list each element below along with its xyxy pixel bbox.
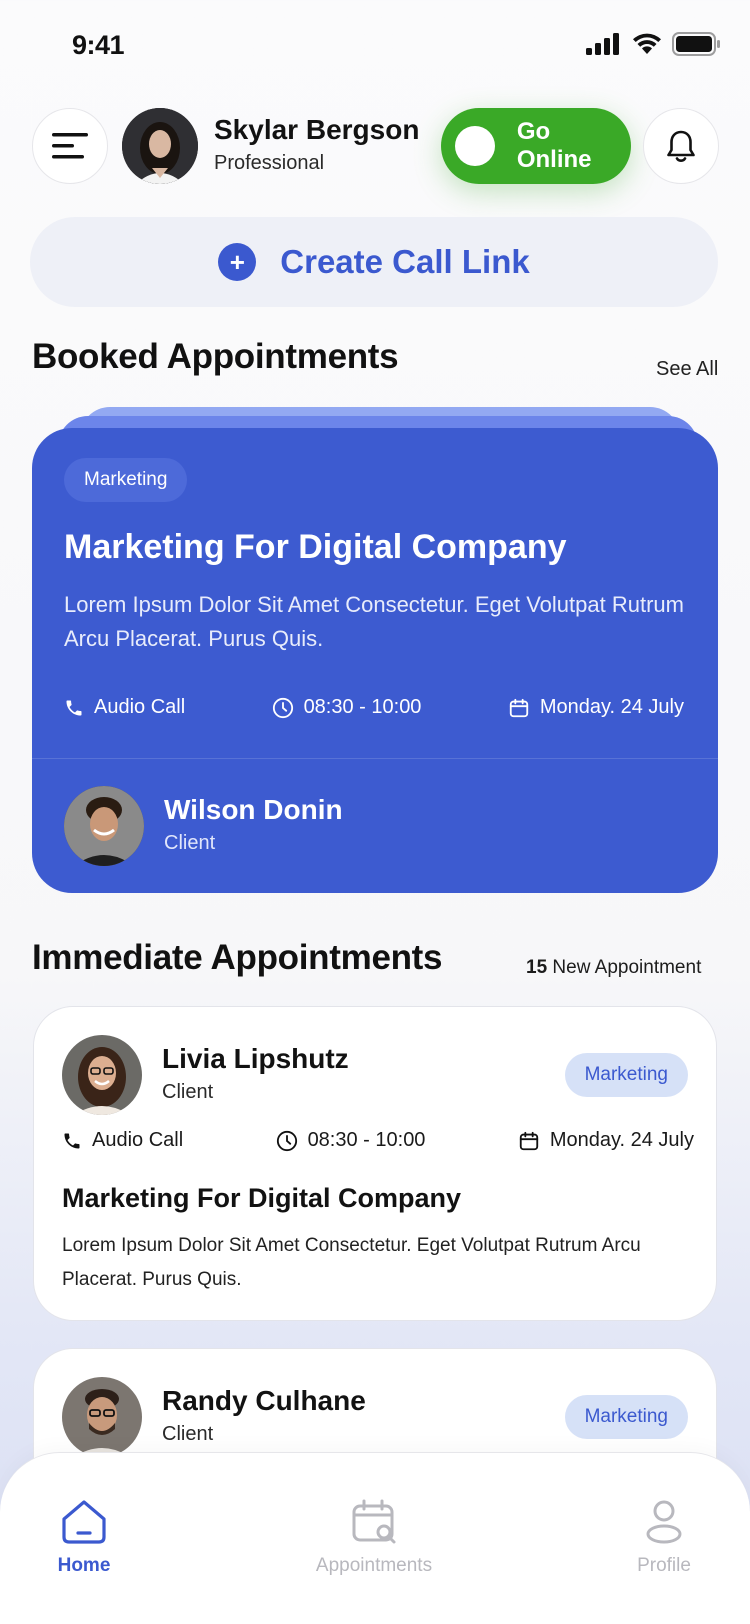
client-role: Client (162, 1081, 214, 1103)
calendar-icon (519, 1131, 538, 1150)
nav-home-label: Home (57, 1555, 111, 1576)
nav-profile[interactable]: Profile (564, 1499, 750, 1577)
date-label: Monday. 24 July (549, 1129, 694, 1151)
go-online-label: Go Online (516, 118, 592, 173)
nav-profile-label: Profile (637, 1555, 691, 1576)
bottom-navigation: Home Appointments Profile (0, 1452, 750, 1624)
call-type-label: Audio Call (92, 1129, 184, 1151)
appointment-meta: Audio Call 08:30 - 10:00 Monday. 24 July (64, 696, 684, 719)
appointment-card[interactable]: Livia Lipshutz Client Marketing Audio Ca… (33, 1006, 717, 1321)
category-tag: Marketing (564, 1053, 688, 1097)
nav-appointments[interactable]: Appointments (274, 1499, 474, 1577)
phone-icon (64, 1133, 80, 1148)
notifications-button[interactable] (643, 108, 719, 184)
nav-appointments-label: Appointments (315, 1555, 433, 1576)
time-range: 08:30 - 10:00 (276, 1129, 426, 1152)
phone-icon (66, 700, 82, 715)
booked-appointments-title: Booked Appointments (32, 337, 399, 376)
go-online-toggle[interactable]: Go Online (441, 108, 631, 184)
client-role: Client (162, 1423, 214, 1445)
appointment-meta: Audio Call 08:30 - 10:00 Monday. 24 July (62, 1129, 694, 1152)
signal-icon (586, 33, 619, 55)
appointment-description: Lorem Ipsum Dolor Sit Amet Consectetur. … (62, 1235, 641, 1290)
create-call-link-label: Create Call Link (280, 243, 530, 280)
clock-icon (272, 697, 293, 718)
create-call-link-button[interactable]: + Create Call Link (30, 217, 718, 307)
category-tag: Marketing (64, 458, 188, 502)
status-time: 9:41 (72, 30, 125, 60)
battery-icon (672, 32, 720, 56)
clock-icon (276, 1130, 297, 1151)
new-appointment-count: 15 New Appointment (526, 957, 701, 979)
date-label: Monday. 24 July (539, 696, 684, 718)
toggle-knob (455, 126, 495, 166)
call-type-label: Audio Call (94, 696, 186, 718)
user-avatar[interactable] (122, 108, 198, 184)
card-divider (32, 758, 718, 759)
client-name: Wilson Donin (164, 794, 343, 825)
new-count-number: 15 (526, 957, 548, 978)
appointment-title: Marketing For Digital Company (62, 1183, 462, 1213)
client-avatar (64, 786, 144, 866)
time-label: 08:30 - 10:00 (303, 696, 422, 718)
see-all-link[interactable]: See All (656, 358, 718, 381)
profile-icon (646, 1500, 682, 1544)
client-name: Randy Culhane (162, 1385, 366, 1416)
appointment-title: Marketing For Digital Company (64, 528, 567, 566)
nav-home[interactable]: Home (0, 1499, 184, 1577)
menu-icon (52, 133, 88, 159)
client-role: Client (164, 832, 216, 854)
client-avatar (62, 1377, 142, 1457)
client-avatar (62, 1035, 142, 1115)
menu-button[interactable] (32, 108, 108, 184)
date: Monday. 24 July (508, 696, 684, 719)
new-count-label: New Appointment (552, 957, 702, 978)
wifi-icon (633, 33, 661, 54)
immediate-appointments-title: Immediate Appointments (32, 938, 443, 977)
client-name: Livia Lipshutz (162, 1043, 349, 1074)
home-icon (62, 1500, 106, 1544)
status-icons (586, 32, 720, 56)
bell-icon (667, 130, 695, 162)
user-role: Professional (214, 152, 325, 174)
time-label: 08:30 - 10:00 (307, 1129, 426, 1151)
booked-appointment-card[interactable]: Marketing Marketing For Digital Company … (32, 428, 718, 893)
category-tag: Marketing (564, 1395, 688, 1439)
call-type: Audio Call (64, 696, 185, 719)
call-type: Audio Call (62, 1129, 183, 1152)
plus-icon: + (218, 243, 257, 281)
calendar-search-icon (352, 1499, 396, 1544)
time-range: 08:30 - 10:00 (272, 696, 422, 719)
user-name: Skylar Bergson (214, 114, 420, 145)
date: Monday. 24 July (518, 1129, 694, 1152)
appointment-description: Lorem Ipsum Dolor Sit Amet Consectetur. … (64, 592, 684, 651)
calendar-icon (509, 698, 528, 717)
